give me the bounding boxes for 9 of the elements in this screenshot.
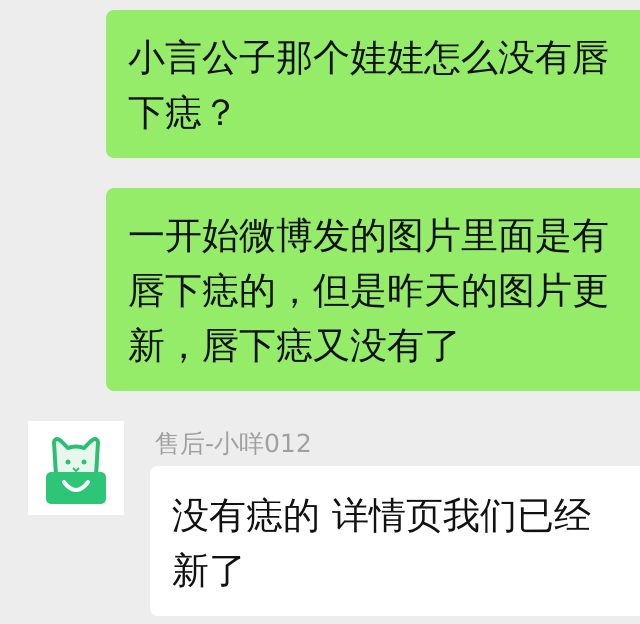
sender-name: 售后-小咩012 <box>155 428 313 460</box>
message-text: 新了 <box>172 548 247 594</box>
message-text: 一开始微博发的图片里面是有 <box>128 213 610 259</box>
avatar-icon[interactable] <box>28 421 124 515</box>
message-text: 下痣？ <box>128 90 240 136</box>
message-text: 没有痣的 详情页我们已经 <box>172 493 592 539</box>
message-text: 小言公子那个娃娃怎么没有唇 <box>128 35 610 81</box>
message-text: 新，唇下痣又没有了 <box>128 323 462 369</box>
message-text: 唇下痣的，但是昨天的图片更 <box>128 268 610 314</box>
